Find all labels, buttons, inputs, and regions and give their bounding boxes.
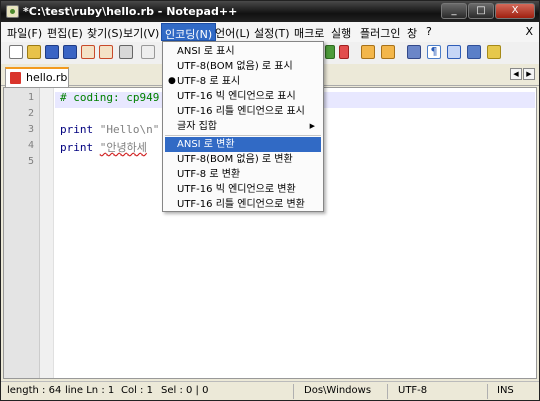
code-string: "안녕하세 xyxy=(99,141,147,154)
menu-encoding[interactable]: 인코딩(N) xyxy=(161,23,217,41)
status-column: Col : 1 xyxy=(121,385,153,396)
menu-help[interactable]: ? xyxy=(426,25,432,38)
status-separator xyxy=(487,384,488,399)
menu-edit[interactable]: 편집(E) xyxy=(47,25,83,41)
tab-scroll-right-button[interactable]: ▶ xyxy=(523,68,535,80)
menu-run[interactable]: 실행 xyxy=(331,25,351,41)
close-window-button[interactable]: X xyxy=(495,3,535,19)
menu-macro[interactable]: 매크로 xyxy=(294,25,324,41)
line-number: 5 xyxy=(27,156,34,167)
window-title: *C:\test\ruby\hello.rb - Notepad++ xyxy=(23,5,238,18)
tab-hello-rb[interactable]: hello.rb xyxy=(5,67,69,87)
print-icon[interactable] xyxy=(119,45,133,59)
close-icon[interactable] xyxy=(81,45,95,59)
close-document-button[interactable]: X xyxy=(525,25,533,38)
window-controls: _ □ X xyxy=(441,3,535,19)
wrap-icon[interactable] xyxy=(361,45,375,59)
menu-item-show-utf16-be[interactable]: UTF-16 빅 엔디언으로 표시 xyxy=(165,89,321,104)
menu-item-convert-utf16-be[interactable]: UTF-16 빅 엔디언으로 변환 xyxy=(165,182,321,197)
status-encoding: UTF-8 xyxy=(398,385,428,396)
paragraph-icon[interactable]: ¶ xyxy=(427,45,441,59)
menu-item-label: UTF-8 로 변환 xyxy=(177,169,241,180)
indent-guide-icon[interactable] xyxy=(407,45,421,59)
notepad-window: *C:\test\ruby\hello.rb - Notepad++ _ □ X… xyxy=(0,0,540,401)
menu-window[interactable]: 창 xyxy=(407,25,417,41)
checked-bullet-icon: ● xyxy=(168,76,176,86)
tab-scroll-left-button[interactable]: ◀ xyxy=(510,68,522,80)
tab-label: hello.rb xyxy=(26,71,68,84)
menu-item-show-utf16-le[interactable]: UTF-16 리틀 엔디언으로 표시 xyxy=(165,104,321,119)
cut-icon[interactable] xyxy=(141,45,155,59)
menu-item-convert-ansi[interactable]: ANSI 로 변환 xyxy=(165,137,321,152)
menu-view[interactable]: 보기(V) xyxy=(123,25,159,41)
menu-item-show-utf8[interactable]: ● UTF-8 로 표시 xyxy=(165,74,321,89)
save-icon[interactable] xyxy=(45,45,59,59)
sync-icon[interactable] xyxy=(325,45,335,59)
code-line: print "Hello\n" xyxy=(60,123,159,136)
code-string: "Hello\n" xyxy=(99,123,160,136)
menu-item-label: UTF-8(BOM 없음) 로 변환 xyxy=(177,154,293,165)
menu-item-label: ANSI 로 변환 xyxy=(177,139,235,150)
title-bar: *C:\test\ruby\hello.rb - Notepad++ _ □ X xyxy=(1,1,539,22)
open-file-icon[interactable] xyxy=(27,45,41,59)
show-all-chars-icon[interactable] xyxy=(381,45,395,59)
menu-plugins[interactable]: 플러그인 xyxy=(360,25,400,41)
save-all-icon[interactable] xyxy=(63,45,77,59)
menu-item-label: UTF-8 로 표시 xyxy=(177,76,241,87)
function-list-icon[interactable] xyxy=(487,45,501,59)
menu-settings[interactable]: 설정(T) xyxy=(254,25,290,41)
status-eol: Dos\Windows xyxy=(304,385,372,396)
status-length: length : 64 xyxy=(7,385,62,396)
doc-map-icon[interactable] xyxy=(467,45,481,59)
line-number: 4 xyxy=(27,140,34,151)
status-separator xyxy=(387,384,388,399)
menu-item-label: ANSI 로 표시 xyxy=(177,46,235,57)
submenu-arrow-icon: ▶ xyxy=(309,122,315,130)
code-keyword: print xyxy=(60,123,94,136)
user-lang-icon[interactable] xyxy=(447,45,461,59)
menu-language[interactable]: 언어(L) xyxy=(215,25,250,41)
menu-bar: 파일(F) 편집(E) 찾기(S) 보기(V) 인코딩(N) 언어(L) 설정(… xyxy=(1,22,539,42)
notepad-app-icon xyxy=(6,5,19,18)
menu-search[interactable]: 찾기(S) xyxy=(87,25,123,41)
status-line: line Ln : 1 xyxy=(65,385,115,396)
new-file-icon[interactable] xyxy=(9,45,23,59)
menu-item-label: UTF-16 빅 엔디언으로 변환 xyxy=(177,184,296,195)
menu-item-label: UTF-16 빅 엔디언으로 표시 xyxy=(177,91,296,102)
close-all-icon[interactable] xyxy=(99,45,113,59)
unsaved-file-icon xyxy=(10,72,21,84)
menu-separator xyxy=(165,135,321,136)
code-line: # coding: cp949 xyxy=(60,91,160,104)
status-insert-mode: INS xyxy=(497,385,514,396)
menu-item-label: UTF-16 리틀 엔디언으로 표시 xyxy=(177,106,305,117)
menu-item-convert-utf8[interactable]: UTF-8 로 변환 xyxy=(165,167,321,182)
menu-file[interactable]: 파일(F) xyxy=(7,25,42,41)
maximize-button[interactable]: □ xyxy=(468,3,494,19)
line-number: 2 xyxy=(27,108,34,119)
code-line: print "안녕하세 xyxy=(60,139,147,155)
menu-item-convert-utf8-no-bom[interactable]: UTF-8(BOM 없음) 로 변환 xyxy=(165,152,321,167)
menu-item-label: 글자 집합 xyxy=(177,121,217,132)
menu-item-show-ansi[interactable]: ANSI 로 표시 xyxy=(165,44,321,59)
menu-item-character-sets[interactable]: 글자 집합 ▶ xyxy=(165,119,321,134)
line-number: 3 xyxy=(27,124,34,135)
line-number: 1 xyxy=(27,92,34,103)
encoding-menu: ANSI 로 표시 UTF-8(BOM 없음) 로 표시 ● UTF-8 로 표시… xyxy=(162,41,324,212)
zoom-out-icon[interactable] xyxy=(339,45,349,59)
code-keyword: print xyxy=(60,141,94,154)
fold-margin xyxy=(40,88,54,378)
menu-item-show-utf8-no-bom[interactable]: UTF-8(BOM 없음) 로 표시 xyxy=(165,59,321,74)
menu-item-label: UTF-8(BOM 없음) 로 표시 xyxy=(177,61,293,72)
tab-scroll-arrows: ◀ ▶ xyxy=(510,68,535,80)
status-selection: Sel : 0 | 0 xyxy=(161,385,209,396)
status-separator xyxy=(293,384,294,399)
status-bar: length : 64 line Ln : 1 Col : 1 Sel : 0 … xyxy=(1,381,539,400)
menu-item-label: UTF-16 리틀 엔디언으로 변환 xyxy=(177,199,305,210)
menu-item-convert-utf16-le[interactable]: UTF-16 리틀 엔디언으로 변환 xyxy=(165,197,321,212)
minimize-button[interactable]: _ xyxy=(441,3,467,19)
